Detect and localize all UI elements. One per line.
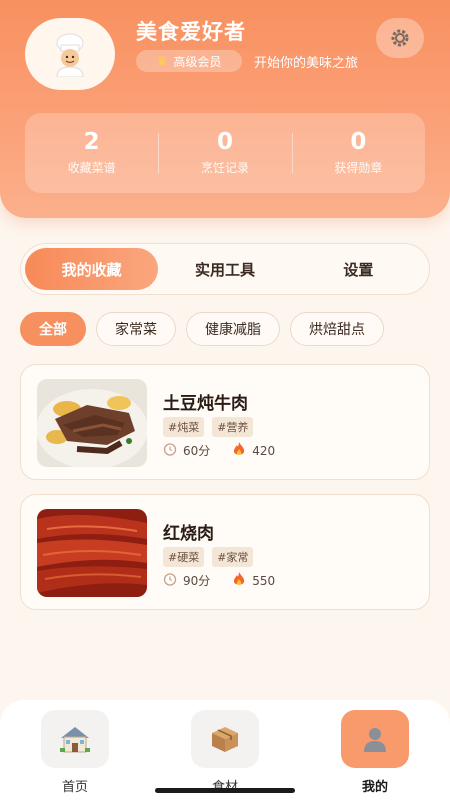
nav-label: 首页	[61, 780, 88, 795]
tab-tools[interactable]: 实用工具	[158, 248, 291, 290]
recipe-image	[37, 379, 147, 467]
cook-time-value: 90分	[183, 574, 211, 588]
recipe-tag: #炖菜	[163, 417, 205, 437]
bottom-nav: 首页 食材 我的	[0, 700, 450, 800]
category-filter: 全部 家常菜 健康减脂 烘焙甜点	[20, 312, 450, 346]
chip-baking[interactable]: 烘焙甜点	[290, 312, 384, 346]
package-icon	[191, 710, 259, 768]
username: 美食爱好者	[136, 20, 246, 44]
avatar[interactable]	[25, 18, 115, 90]
profile-tagline: 开始你的美味之旅	[254, 56, 359, 71]
member-badge: ♛ 高级会员	[136, 50, 242, 72]
stat-label: 收藏菜谱	[67, 161, 116, 176]
nav-ingredients[interactable]: 食材	[190, 700, 260, 800]
stat-favorites[interactable]: 2 收藏菜谱	[25, 113, 158, 193]
stat-value: 2	[83, 128, 100, 155]
chip-home-cooking[interactable]: 家常菜	[96, 312, 176, 346]
tab-favorites[interactable]: 我的收藏	[25, 248, 159, 290]
house-icon	[41, 710, 109, 768]
home-indicator[interactable]	[155, 788, 295, 793]
recipe-tag: #硬菜	[163, 547, 205, 567]
recipe-title: 土豆炖牛肉	[163, 394, 248, 414]
clock-icon	[163, 442, 177, 459]
calories: 550	[232, 571, 275, 590]
stat-cooking-records[interactable]: 0 烹饪记录	[158, 113, 291, 193]
gear-icon	[391, 29, 409, 47]
recipe-tags: #炖菜 #营养	[163, 417, 254, 437]
stats-card: 2 收藏菜谱 0 烹饪记录 0 获得勋章	[25, 113, 425, 193]
stat-medals[interactable]: 0 获得勋章	[291, 113, 425, 193]
fire-icon	[232, 441, 246, 460]
clock-icon	[163, 572, 177, 589]
recipe-meta: 90分 550	[163, 571, 275, 590]
calories-value: 550	[252, 573, 276, 588]
recipe-title: 红烧肉	[163, 524, 214, 544]
crown-icon: ♛	[156, 54, 168, 68]
settings-button[interactable]	[376, 18, 424, 58]
user-icon	[341, 710, 409, 768]
recipe-tag: #家常	[212, 547, 254, 567]
tab-settings[interactable]: 设置	[292, 248, 425, 290]
stat-label: 烹饪记录	[200, 161, 249, 176]
nav-profile[interactable]: 我的	[340, 700, 410, 800]
stat-label: 获得勋章	[334, 161, 383, 176]
chef-avatar-icon	[56, 33, 84, 77]
chip-all[interactable]: 全部	[20, 312, 86, 346]
stat-value: 0	[350, 128, 367, 155]
recipe-image	[37, 509, 147, 597]
profile-header: 美食爱好者 ♛ 高级会员 开始你的美味之旅 2 收藏菜谱 0 烹饪记录 0 获得…	[0, 0, 450, 218]
section-tabs: 我的收藏 实用工具 设置	[20, 243, 430, 295]
nav-home[interactable]: 首页	[40, 700, 110, 800]
recipe-card[interactable]: 红烧肉 #硬菜 #家常 90分 550	[20, 494, 430, 610]
calories: 420	[232, 441, 275, 460]
fire-icon	[232, 571, 246, 590]
calories-value: 420	[252, 443, 276, 458]
recipe-tag: #营养	[212, 417, 254, 437]
cook-time: 90分	[163, 572, 210, 589]
stat-value: 0	[216, 128, 233, 155]
member-badge-label: 高级会员	[173, 54, 222, 69]
recipe-tags: #硬菜 #家常	[163, 547, 254, 567]
chip-healthy[interactable]: 健康减脂	[186, 312, 280, 346]
nav-label: 我的	[361, 780, 388, 795]
recipe-card[interactable]: 土豆炖牛肉 #炖菜 #营养 60分 420	[20, 364, 430, 480]
cook-time: 60分	[163, 442, 210, 459]
cook-time-value: 60分	[183, 444, 211, 458]
recipe-meta: 60分 420	[163, 441, 275, 460]
